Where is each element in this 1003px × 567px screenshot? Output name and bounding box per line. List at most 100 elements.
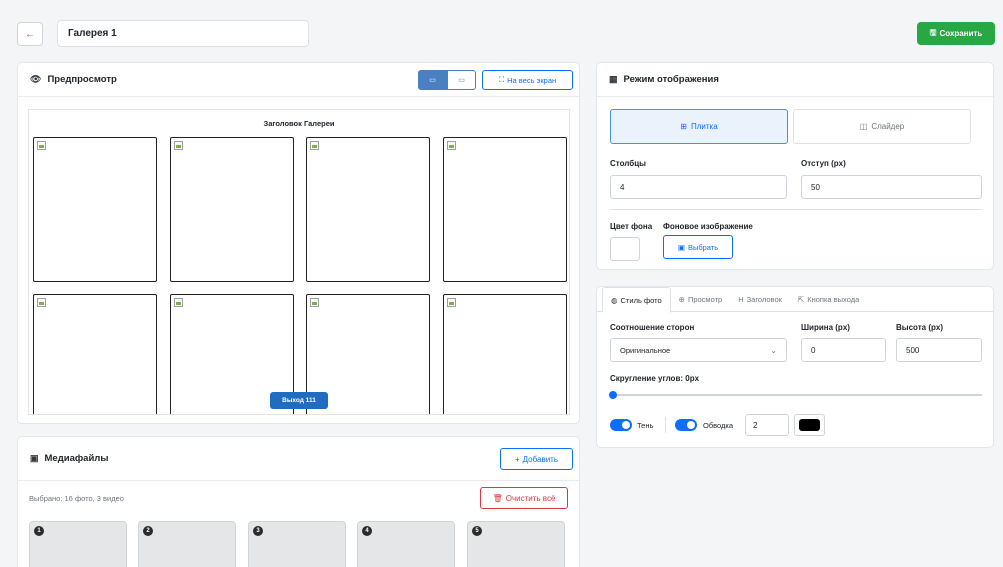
tab-heading-label: Заголовок [746, 295, 782, 304]
tile-mode-button[interactable]: ⊞ Плитка [610, 109, 788, 144]
grid-icon: ▦ [609, 74, 618, 84]
width-input[interactable]: 0 [801, 338, 886, 362]
display-mode-card: ▦ Режим отображения ⊞ Плитка ◫ Слайдер С… [596, 62, 994, 270]
gallery-name-input[interactable]: Галерея 1 [57, 20, 309, 47]
fullscreen-button[interactable]: ⛶ На весь экран [482, 70, 573, 90]
save-button-label: Сохранить [939, 29, 983, 38]
view-toggle-group: ▭ ▭ [418, 70, 476, 90]
preview-card: 👁 Предпросмотр ▭ ▭ ⛶ На весь экран Загол… [17, 62, 580, 424]
add-media-label: Добавить [522, 454, 559, 464]
choose-bg-image-button[interactable]: ▣ Выбрать [663, 235, 733, 259]
save-button[interactable]: 🖫 Сохранить [917, 22, 995, 45]
divider [665, 417, 666, 433]
radius-slider-track[interactable] [610, 394, 982, 396]
plus-icon: + [514, 454, 520, 464]
gallery-tile [443, 294, 567, 414]
columns-input[interactable]: 4 [610, 175, 787, 199]
image-icon: ▣ [30, 453, 39, 463]
media-thumbnail[interactable]: 3 [248, 521, 346, 567]
slides-icon: ◫ [859, 122, 868, 131]
add-media-button[interactable]: + Добавить [500, 448, 573, 470]
gap-input[interactable]: 50 [801, 175, 982, 199]
gallery-tile [306, 137, 430, 282]
thumbnail-number: 3 [253, 526, 263, 536]
gallery-exit-button[interactable]: Выход 111 [270, 392, 328, 409]
bg-color-label: Цвет фона [610, 222, 653, 231]
heading-icon: H [738, 295, 744, 304]
bg-color-picker[interactable] [610, 237, 640, 261]
gallery-preview-frame: Заголовок Галереи [28, 109, 570, 415]
shadow-toggle[interactable] [610, 419, 632, 431]
divider [610, 209, 982, 210]
media-thumbnail[interactable]: 2 [138, 521, 236, 567]
radius-label: Скругление углов: 0px [610, 374, 700, 383]
height-input[interactable]: 500 [896, 338, 982, 362]
media-thumbnail[interactable]: 5 [467, 521, 565, 567]
floppy-icon: 🖫 [929, 27, 937, 37]
desktop-view-button[interactable]: ▭ [418, 70, 447, 90]
media-thumbnail[interactable]: 1 [29, 521, 127, 567]
slider-mode-label: Слайдер [871, 122, 905, 131]
gallery-title: Заголовок Галереи [263, 119, 335, 128]
clear-all-button[interactable]: 🗑 Очистить всё [480, 487, 568, 509]
border-width-input[interactable]: 2 [745, 414, 789, 436]
thumbnail-number: 5 [472, 526, 482, 536]
border-color-picker[interactable] [794, 414, 825, 436]
palette-icon: ◍ [611, 295, 618, 305]
thumbnail-number: 4 [362, 526, 372, 536]
tab-view[interactable]: ⊕ Просмотр [671, 287, 731, 312]
fullscreen-label: На весь экран [507, 75, 557, 85]
tab-view-label: Просмотр [687, 295, 723, 304]
tab-photo-style[interactable]: ◍ Стиль фото [602, 287, 671, 313]
aspect-select[interactable]: Оригинальное ⌄ [610, 338, 787, 362]
gallery-tile [33, 137, 157, 282]
gallery-tile [170, 137, 294, 282]
zoom-icon: ⊕ [678, 295, 685, 304]
border-label: Обводка [703, 421, 734, 430]
columns-label: Столбцы [610, 159, 646, 168]
broken-image-icon [37, 298, 46, 307]
image-icon: ▣ [677, 242, 685, 252]
exit-icon: ⇱ [797, 295, 805, 304]
aspect-value: Оригинальное [620, 345, 671, 355]
tablet-view-button[interactable]: ▭ [447, 70, 476, 90]
media-card: ▣ Медиафайлы + Добавить Выбрано: 16 фото… [17, 436, 580, 567]
choose-label: Выбрать [687, 242, 719, 252]
trash-icon: 🗑 [492, 493, 503, 503]
gap-label: Отступ (px) [801, 159, 846, 168]
gallery-tile [443, 137, 567, 282]
tab-exit-button-label: Кнопка выхода [807, 295, 860, 304]
display-mode-title: Режим отображения [623, 74, 719, 85]
tab-photo-style-label: Стиль фото [620, 295, 662, 305]
border-color-swatch [799, 419, 820, 431]
preview-title: Предпросмотр [47, 74, 117, 85]
gallery-tile [33, 294, 157, 414]
chevron-down-icon: ⌄ [770, 345, 777, 355]
broken-image-icon [310, 141, 319, 150]
mode-selector: ⊞ Плитка ◫ Слайдер [610, 109, 971, 144]
height-label: Высота (px) [896, 323, 943, 332]
grid-icon: ⊞ [680, 122, 687, 131]
thumbnail-number: 1 [34, 526, 44, 536]
tab-exit-button[interactable]: ⇱ Кнопка выхода [790, 287, 867, 312]
broken-image-icon [37, 141, 46, 150]
back-button[interactable]: ← [17, 22, 43, 46]
radius-slider-thumb[interactable] [609, 391, 617, 399]
width-label: Ширина (px) [801, 323, 850, 332]
tab-heading[interactable]: H Заголовок [730, 287, 790, 312]
monitor-icon: ▭ [429, 77, 436, 84]
selection-summary: Выбрано: 16 фото, 3 видео [29, 494, 124, 503]
display-mode-header: ▦ Режим отображения [597, 63, 993, 97]
media-thumbnail[interactable]: 4 [357, 521, 455, 567]
media-header: ▣ Медиафайлы [18, 437, 579, 481]
slider-mode-button[interactable]: ◫ Слайдер [793, 109, 971, 144]
broken-image-icon [174, 298, 183, 307]
style-tabs: ◍ Стиль фото ⊕ Просмотр H Заголовок ⇱ Кн… [597, 287, 993, 313]
shadow-label: Тень [637, 421, 654, 430]
thumbnail-number: 2 [143, 526, 153, 536]
border-toggle[interactable] [675, 419, 697, 431]
expand-icon: ⛶ [498, 75, 505, 84]
aspect-label: Соотношение сторон [610, 323, 695, 332]
top-bar: ← Галерея 1 🖫 Сохранить [0, 0, 1003, 62]
photo-style-card: ◍ Стиль фото ⊕ Просмотр H Заголовок ⇱ Кн… [596, 286, 994, 448]
